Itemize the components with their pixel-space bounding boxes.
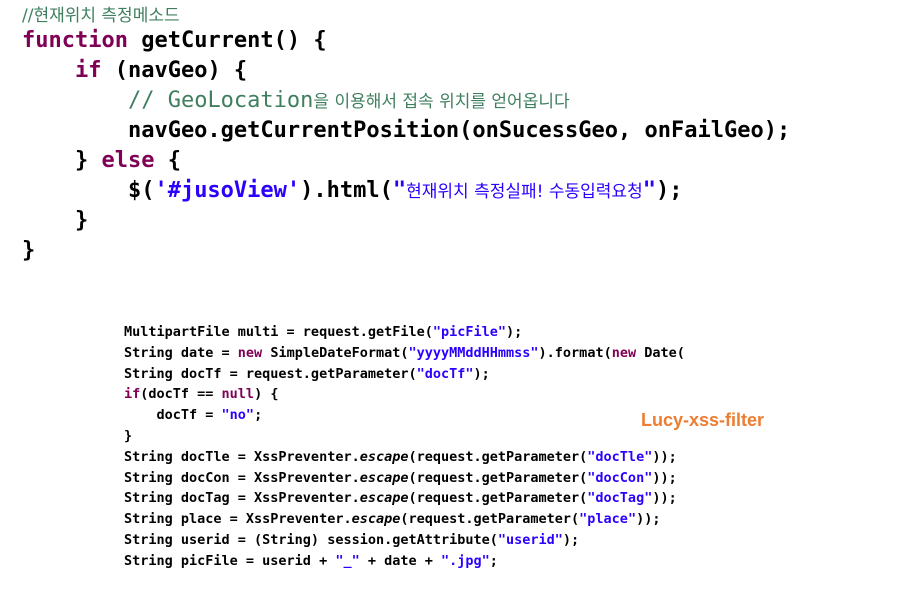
code-token: String docTf = request.getParameter( xyxy=(124,365,417,382)
code-token: ; xyxy=(489,552,498,569)
code-token: docTf = xyxy=(124,407,222,424)
code-token: "picFile" xyxy=(432,324,507,340)
code-token: Date( xyxy=(636,344,685,361)
code-token: )); xyxy=(652,448,677,465)
code-token: ); xyxy=(655,178,683,203)
code-token: )); xyxy=(652,490,677,507)
code-token: } xyxy=(22,208,89,233)
code-token: (request.getParameter( xyxy=(408,448,588,465)
code-token: String docTag = XssPreventer. xyxy=(124,490,360,507)
code-token: SimpleDateFormat( xyxy=(262,344,409,361)
code-token: navGeo.getCurrentPosition(onSucessGeo, o… xyxy=(22,118,791,143)
code-line: if (navGeo) { xyxy=(22,56,892,86)
code-token: new xyxy=(611,344,637,361)
code-token: )); xyxy=(652,469,677,486)
code-token: ); xyxy=(506,324,523,340)
code-token: "docCon" xyxy=(587,469,653,486)
code-token: String userid = (String) session.getAttr… xyxy=(124,531,498,548)
code-token: (request.getParameter( xyxy=(408,490,588,507)
code-token: 현재위치 측정실패! 수동입력요청 xyxy=(406,182,643,202)
code-token: escape xyxy=(359,448,409,465)
java-code-block: MultipartFile multi = request.getFile("p… xyxy=(124,322,884,572)
code-token: ); xyxy=(562,531,580,548)
code-token: "docTle" xyxy=(587,448,653,465)
code-token: ); xyxy=(473,365,490,382)
code-token: escape xyxy=(359,490,409,507)
code-token: new xyxy=(237,344,263,361)
code-token: } xyxy=(22,148,102,173)
lucy-xss-filter-label: Lucy-xss-filter xyxy=(641,410,765,430)
code-token: null xyxy=(221,386,255,403)
code-token: "docTf" xyxy=(416,365,474,382)
code-line: } xyxy=(124,426,884,447)
code-line: String userid = (String) session.getAttr… xyxy=(124,530,884,551)
code-line: String docTle = XssPreventer.escape(requ… xyxy=(124,447,884,468)
code-line: } else { xyxy=(22,146,892,176)
code-token: { xyxy=(154,148,181,173)
code-token: } xyxy=(22,238,36,263)
code-token: (request.getParameter( xyxy=(400,511,580,528)
code-token: " xyxy=(642,178,656,203)
code-token: if xyxy=(124,386,141,403)
code-token: $( xyxy=(22,178,155,203)
code-token: ).format( xyxy=(538,344,612,361)
code-token: ; xyxy=(254,407,263,424)
code-line: navGeo.getCurrentPosition(onSucessGeo, o… xyxy=(22,116,892,146)
code-token: // GeoLocation xyxy=(127,88,314,113)
code-line: String place = XssPreventer.escape(reque… xyxy=(124,509,884,530)
code-token: (request.getParameter( xyxy=(408,469,588,486)
code-token: "_" xyxy=(335,552,360,569)
code-token: escape xyxy=(359,469,409,486)
code-line: String docCon = XssPreventer.escape(requ… xyxy=(124,468,884,489)
code-token: else xyxy=(101,148,155,173)
code-token: String docCon = XssPreventer. xyxy=(124,469,360,486)
code-line: MultipartFile multi = request.getFile("p… xyxy=(124,322,884,343)
code-token: ".jpg" xyxy=(441,552,490,569)
code-line: if(docTf == null) { xyxy=(124,384,884,405)
code-line: docTf = "no"; xyxy=(124,405,884,426)
code-token: function xyxy=(22,28,128,53)
code-line: String docTf = request.getParameter("doc… xyxy=(124,364,884,385)
code-line: String docTag = XssPreventer.escape(requ… xyxy=(124,488,884,509)
code-line: // GeoLocation을 이용해서 접속 위치를 얻어옵니다 xyxy=(22,86,892,116)
code-line: } xyxy=(22,206,892,236)
code-token: } xyxy=(124,427,133,444)
code-line: String picFile = userid + "_" + date + "… xyxy=(124,551,884,572)
code-token: 을 이용해서 접속 위치를 얻어옵니다 xyxy=(313,92,570,112)
code-line: //현재위치 측정메소드 xyxy=(22,2,892,26)
code-token: "place" xyxy=(579,511,637,528)
code-token: "userid" xyxy=(497,531,563,548)
code-line: } xyxy=(22,236,892,266)
code-token: "docTag" xyxy=(587,490,653,507)
code-token: //현재위치 측정메소드 xyxy=(22,6,180,26)
code-token: " xyxy=(392,178,407,203)
code-token: String place = XssPreventer. xyxy=(124,511,352,528)
code-token: ) { xyxy=(254,386,279,403)
code-line: function getCurrent() { xyxy=(22,26,892,56)
code-token: String picFile = userid + xyxy=(124,552,336,569)
code-token: if xyxy=(74,58,102,83)
code-token: (navGeo) { xyxy=(101,58,248,83)
geolocation-code-block: //현재위치 측정메소드 function getCurrent() { if (… xyxy=(22,2,892,266)
code-token: ).html( xyxy=(300,178,393,203)
code-line: String date = new SimpleDateFormat("yyyy… xyxy=(124,343,884,364)
code-line: $('#jusoView').html("현재위치 측정실패! 수동입력요청")… xyxy=(22,176,892,206)
code-token: getCurrent() { xyxy=(127,28,327,53)
code-token: MultipartFile multi = request.getFile( xyxy=(124,324,433,340)
code-token: "yyyyMMddHHmmss" xyxy=(408,344,539,361)
code-token: '#jusoView' xyxy=(154,178,301,203)
code-token: "no" xyxy=(221,407,255,424)
code-token: escape xyxy=(351,511,401,528)
code-token: )); xyxy=(636,511,661,528)
code-token: String docTle = XssPreventer. xyxy=(124,448,360,465)
code-token: + date + xyxy=(359,552,441,569)
code-token: String date = xyxy=(124,344,238,361)
code-token: (docTf == xyxy=(140,386,222,403)
